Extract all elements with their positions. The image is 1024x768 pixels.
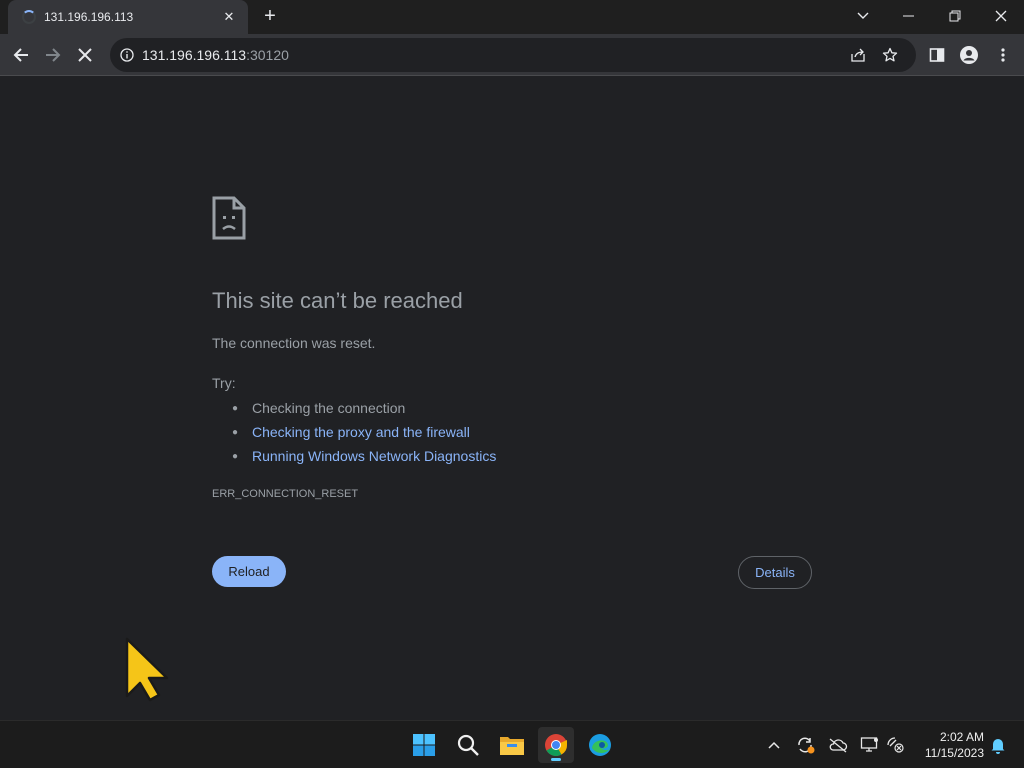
notifications-button[interactable] bbox=[986, 733, 1010, 757]
active-app-indicator bbox=[551, 758, 561, 761]
bullet-icon: ● bbox=[232, 450, 239, 462]
error-message: The connection was reset. bbox=[212, 335, 376, 351]
side-panel-button[interactable] bbox=[922, 40, 952, 70]
minimize-button[interactable] bbox=[886, 0, 932, 32]
display-icon bbox=[860, 737, 878, 752]
show-hidden-icons-button[interactable] bbox=[762, 733, 786, 757]
network-icon bbox=[887, 737, 904, 753]
start-icon bbox=[413, 734, 435, 756]
edge-taskbar-button[interactable] bbox=[582, 727, 618, 763]
chrome-icon bbox=[545, 734, 567, 756]
bookmark-star-icon[interactable] bbox=[882, 47, 898, 68]
menu-button[interactable] bbox=[988, 40, 1018, 70]
sad-page-icon bbox=[212, 196, 246, 245]
restore-button[interactable] bbox=[932, 0, 978, 32]
mouse-cursor-icon bbox=[124, 636, 172, 709]
error-title: This site can’t be reached bbox=[212, 288, 463, 313]
back-arrow-icon bbox=[13, 48, 28, 62]
stop-button[interactable] bbox=[70, 40, 100, 70]
search-icon bbox=[457, 734, 479, 756]
display-button[interactable] bbox=[858, 733, 882, 757]
suggestion-check-connection: ● Checking the connection bbox=[232, 400, 406, 416]
error-code: ERR_CONNECTION_RESET bbox=[212, 488, 359, 500]
bullet-icon: ● bbox=[232, 426, 239, 438]
file-explorer-icon bbox=[500, 737, 524, 755]
reload-button[interactable]: Reload bbox=[212, 556, 286, 587]
chevron-up-icon bbox=[768, 741, 780, 749]
edge-icon bbox=[589, 734, 611, 756]
taskbar-search-button[interactable] bbox=[450, 727, 486, 763]
try-label: Try: bbox=[212, 375, 236, 391]
tab-title: 131.196.196.113 bbox=[44, 10, 134, 24]
page-content: This site can’t be reached The connectio… bbox=[0, 76, 1024, 720]
profile-avatar-icon bbox=[960, 46, 978, 64]
stop-x-icon bbox=[78, 48, 92, 62]
loading-spinner-icon bbox=[22, 10, 36, 24]
chrome-taskbar-button[interactable] bbox=[538, 727, 574, 763]
network-status-button[interactable] bbox=[884, 733, 908, 757]
tab-close-icon[interactable]: ✕ bbox=[220, 9, 238, 25]
tab-strip: 131.196.196.113 ✕ + bbox=[0, 0, 1024, 34]
side-panel-icon bbox=[929, 48, 945, 62]
clock-time: 2:02 AM bbox=[939, 730, 984, 744]
forward-button[interactable] bbox=[38, 40, 68, 70]
start-button[interactable] bbox=[406, 727, 442, 763]
new-tab-button[interactable]: + bbox=[258, 4, 282, 28]
suggestion-network-diagnostics-link[interactable]: ● Running Windows Network Diagnostics bbox=[232, 444, 496, 468]
kebab-menu-icon bbox=[1001, 48, 1005, 62]
profile-button[interactable] bbox=[954, 40, 984, 70]
notification-bell-icon bbox=[991, 739, 1005, 754]
tab-active[interactable]: 131.196.196.113 ✕ bbox=[8, 0, 248, 34]
back-button[interactable] bbox=[6, 40, 36, 70]
address-host: 131.196.196.113 bbox=[142, 47, 247, 63]
taskbar-clock[interactable]: 2:02 AM 11/15/2023 bbox=[916, 729, 984, 761]
suggestion-list: ● Checking the connection ● Checking the p… bbox=[232, 396, 496, 468]
details-button[interactable]: Details bbox=[738, 556, 812, 589]
sync-status-button[interactable] bbox=[794, 733, 818, 757]
address-port: :30120 bbox=[246, 47, 289, 63]
address-bar[interactable]: 131.196.196.113:30120 bbox=[110, 38, 916, 72]
cloud-offline-icon bbox=[829, 738, 848, 753]
site-info-icon[interactable] bbox=[120, 48, 134, 62]
bullet-icon: ● bbox=[232, 402, 239, 414]
forward-arrow-icon bbox=[46, 48, 61, 62]
clock-date: 11/15/2023 bbox=[924, 746, 984, 760]
suggestion-check-proxy-link[interactable]: ● Checking the proxy and the firewall bbox=[232, 420, 496, 444]
tab-search-dropdown-icon[interactable] bbox=[840, 0, 886, 32]
windows-taskbar: 2:02 AM 11/15/2023 bbox=[0, 720, 1024, 768]
cloud-status-button[interactable] bbox=[826, 733, 850, 757]
file-explorer-button[interactable] bbox=[494, 727, 530, 763]
close-window-button[interactable] bbox=[978, 0, 1024, 32]
browser-toolbar: 131.196.196.113:30120 bbox=[0, 34, 1024, 76]
share-icon[interactable] bbox=[850, 47, 866, 68]
sync-icon bbox=[798, 737, 815, 754]
